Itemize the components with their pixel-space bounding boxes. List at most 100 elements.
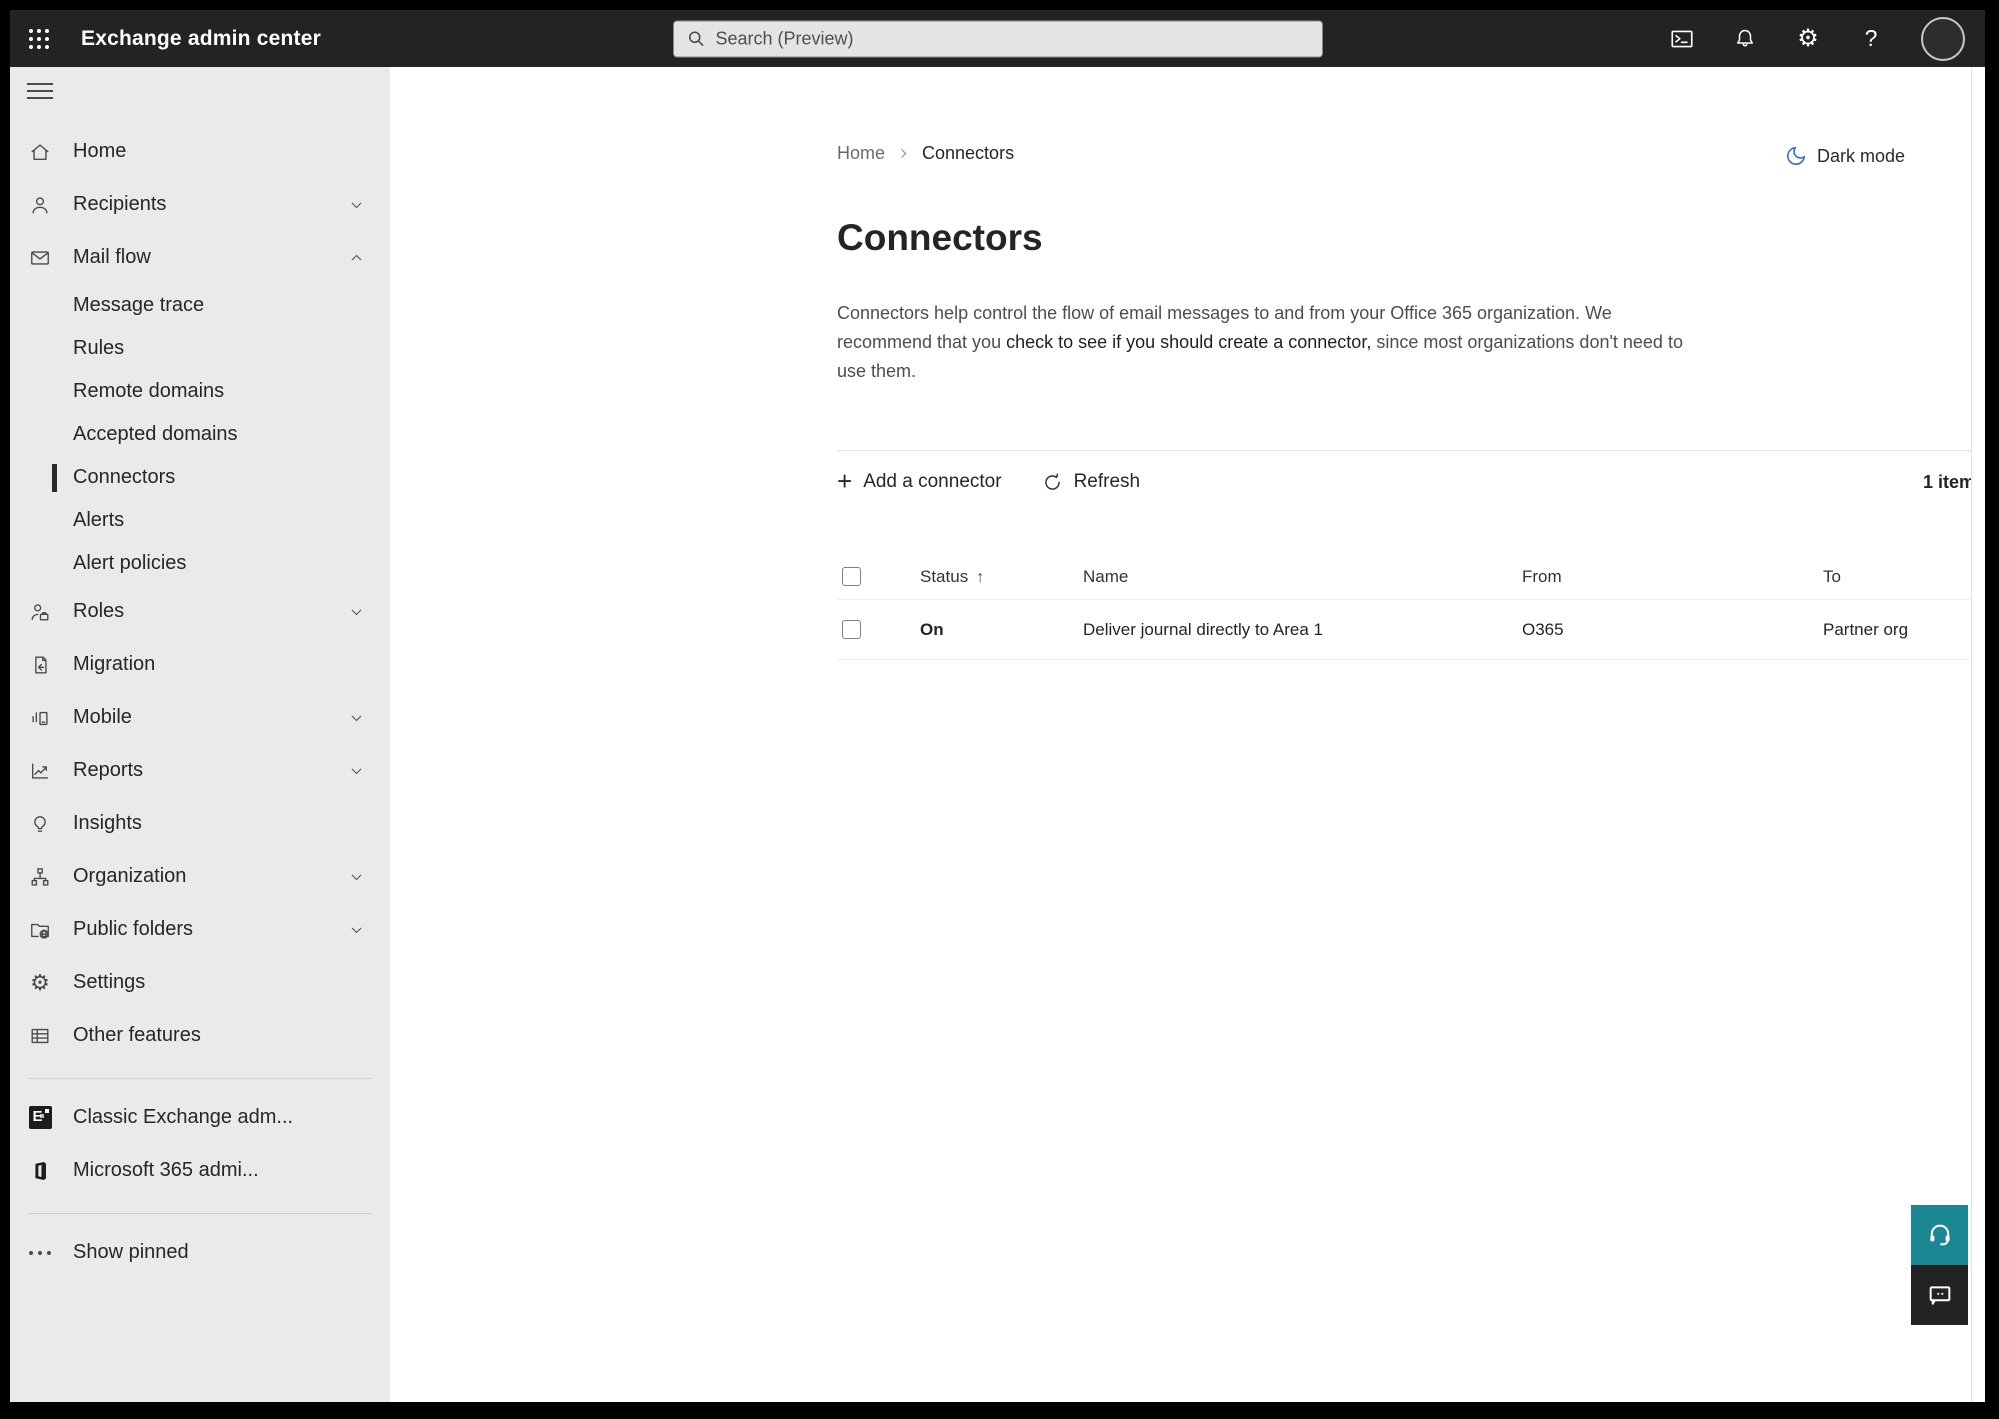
sidebar-item-label: Rules <box>73 337 125 359</box>
sidebar-item-migration[interactable]: Migration <box>10 638 390 691</box>
sidebar-item-organization[interactable]: Organization <box>10 850 390 903</box>
sidebar-item-mobile[interactable]: Mobile <box>10 691 390 744</box>
ellipsis-icon <box>28 1241 52 1265</box>
sidebar-item-label: Alerts <box>73 509 125 531</box>
search-icon <box>688 31 703 46</box>
row-to: Partner org <box>1823 619 1909 639</box>
dark-mode-toggle[interactable]: Dark mode <box>1785 145 1905 167</box>
select-all-checkbox[interactable] <box>842 567 861 586</box>
column-header-to[interactable]: To <box>1823 567 1985 587</box>
sidebar-item-home[interactable]: Home <box>10 125 390 178</box>
feedback-chat-button[interactable] <box>1911 1265 1968 1325</box>
refresh-button[interactable]: Refresh <box>1042 471 1141 493</box>
list-toolbar: + Add a connector Refresh 1 item <box>837 451 1985 513</box>
sidebar-item-label: Classic Exchange adm... <box>73 1106 294 1128</box>
sidebar-item-label: Microsoft 365 admi... <box>73 1159 259 1181</box>
sidebar-item-show-pinned[interactable]: Show pinned <box>10 1226 390 1279</box>
sidebar-item-roles[interactable]: Roles <box>10 585 390 638</box>
page-title: Connectors <box>837 217 1043 258</box>
sidebar-item-label: Public folders <box>73 918 194 940</box>
sidebar-item-label: Message trace <box>73 294 205 316</box>
topbar-actions: ⚙ ? <box>1669 10 1965 67</box>
connectors-table: Status ↑ Name From To On Deliver journal … <box>837 554 1985 660</box>
account-avatar[interactable] <box>1921 16 1965 61</box>
chevron-right-icon <box>897 147 910 160</box>
sidebar-divider <box>28 1213 372 1214</box>
sidebar-item-connectors[interactable]: Connectors <box>10 456 390 499</box>
help-icon[interactable]: ? <box>1858 25 1884 52</box>
row-checkbox[interactable] <box>842 620 861 639</box>
support-buttons <box>1911 1205 1968 1325</box>
sidebar-item-other-features[interactable]: Other features <box>10 1009 390 1062</box>
row-name[interactable]: Deliver journal directly to Area 1 <box>1083 620 1522 640</box>
waffle-icon <box>28 28 49 49</box>
app-launcher-button[interactable] <box>10 10 67 67</box>
notifications-bell-icon[interactable] <box>1732 26 1758 52</box>
microsoft-365-logo-icon <box>28 1159 52 1183</box>
sidebar-item-message-trace[interactable]: Message trace <box>10 284 390 327</box>
left-navigation: Home Recipients Mail flow Message trace … <box>10 67 390 1402</box>
sidebar-item-alert-policies[interactable]: Alert policies <box>10 542 390 585</box>
sidebar-item-label: Alert policies <box>73 552 187 574</box>
selected-indicator <box>52 463 57 492</box>
column-header-status[interactable]: Status ↑ <box>920 567 1083 587</box>
chevron-down-icon <box>349 710 364 725</box>
sidebar-item-insights[interactable]: Insights <box>10 797 390 850</box>
help-support-button[interactable] <box>1911 1205 1968 1265</box>
powershell-icon[interactable] <box>1669 26 1695 52</box>
sidebar-item-reports[interactable]: Reports <box>10 744 390 797</box>
sidebar-item-label: Other features <box>73 1024 201 1046</box>
table-header-row: Status ↑ Name From To <box>837 554 1985 600</box>
sidebar-item-classic-exchange[interactable]: E Classic Exchange adm... <box>10 1091 390 1144</box>
reports-icon <box>28 759 52 783</box>
global-search-box[interactable] <box>672 20 1323 57</box>
sidebar-item-mail-flow[interactable]: Mail flow <box>10 231 390 284</box>
item-count: 1 item <box>1922 471 1975 492</box>
sidebar-item-label: Migration <box>73 653 156 675</box>
chat-bubble-icon <box>1929 1286 1950 1305</box>
table-row[interactable]: On Deliver journal directly to Area 1 O3… <box>837 600 1985 660</box>
chevron-down-icon <box>349 922 364 937</box>
main-content: Home Connectors Dark mode Connectors Con… <box>390 67 1985 1402</box>
mail-icon <box>28 246 52 270</box>
gear-icon: ⚙ <box>30 969 50 995</box>
breadcrumb: Home Connectors <box>837 143 1014 164</box>
headset-icon <box>1929 1224 1950 1246</box>
row-from: O365 <box>1522 619 1564 639</box>
breadcrumb-home-link[interactable]: Home <box>837 143 885 164</box>
global-search-input[interactable] <box>715 28 1310 49</box>
hamburger-menu-button[interactable] <box>27 83 53 99</box>
table-icon <box>28 1024 52 1048</box>
top-bar: Exchange admin center ⚙ <box>10 10 1985 67</box>
add-connector-button[interactable]: + Add a connector <box>837 468 1002 494</box>
sidebar-item-label: Mail flow <box>73 246 151 268</box>
column-header-name[interactable]: Name <box>1083 567 1522 587</box>
sidebar-item-recipients[interactable]: Recipients <box>10 178 390 231</box>
sidebar-item-rules[interactable]: Rules <box>10 327 390 370</box>
sidebar-item-label: Settings <box>73 971 146 993</box>
chevron-up-icon <box>349 250 364 265</box>
chevron-down-icon <box>349 763 364 778</box>
sidebar-item-label: Roles <box>73 600 125 622</box>
refresh-label: Refresh <box>1073 471 1141 492</box>
lightbulb-icon <box>28 812 52 836</box>
exchange-logo-icon: E <box>28 1106 52 1130</box>
sidebar-item-alerts[interactable]: Alerts <box>10 499 390 542</box>
sidebar-item-accepted-domains[interactable]: Accepted domains <box>10 413 390 456</box>
scroll-gutter <box>1971 67 1985 1402</box>
add-connector-label: Add a connector <box>863 471 1002 492</box>
dark-mode-label: Dark mode <box>1816 145 1905 166</box>
chevron-down-icon <box>349 197 364 212</box>
description-link[interactable]: check to see if you should create a conn… <box>1006 332 1371 352</box>
sidebar-item-label: Reports <box>73 759 144 781</box>
sidebar-item-remote-domains[interactable]: Remote domains <box>10 370 390 413</box>
migration-icon <box>28 653 52 677</box>
sidebar-item-public-folders[interactable]: Public folders <box>10 903 390 956</box>
sidebar-item-label: Show pinned <box>73 1241 189 1263</box>
sidebar-item-settings[interactable]: ⚙ Settings <box>10 956 390 1009</box>
sidebar-item-label: Organization <box>73 865 187 887</box>
column-header-from[interactable]: From <box>1522 567 1823 587</box>
folder-globe-icon <box>28 918 52 942</box>
sidebar-item-m365-admin[interactable]: Microsoft 365 admi... <box>10 1144 390 1197</box>
settings-gear-icon[interactable]: ⚙ <box>1795 25 1821 52</box>
